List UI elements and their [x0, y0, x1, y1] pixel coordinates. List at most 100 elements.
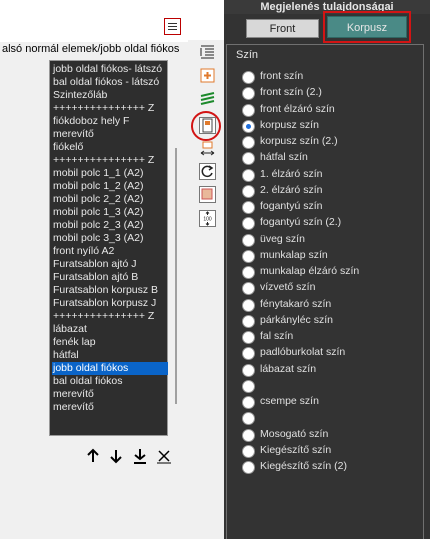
color-radio-label: hátfal szín	[260, 151, 308, 164]
list-item[interactable]: fenék lap	[52, 336, 168, 349]
highlight-circle	[191, 111, 221, 141]
color-radio-label: párkányléc szín	[260, 313, 333, 326]
element-group-heading: alsó normál elemek/jobb oldal fiókos	[2, 43, 180, 55]
move-up-icon	[87, 448, 99, 462]
color-radio-button[interactable]	[242, 396, 255, 409]
add-icon	[200, 68, 215, 83]
color-radio-label: üveg szín	[260, 232, 305, 245]
color-tool-button[interactable]	[199, 186, 216, 203]
color-radio-label: front szín (2.)	[260, 86, 322, 99]
list-item[interactable]: Furatsablon ajtó J	[52, 258, 168, 271]
scale-tool-button[interactable]: 100	[199, 210, 216, 227]
list-item[interactable]: mobil polc 1_3 (A2)	[52, 206, 168, 219]
menu-icon-line	[168, 26, 177, 27]
color-radio-button[interactable]	[242, 331, 255, 344]
color-radio-label: munkalap élzáró szín	[260, 265, 360, 277]
color-radio-button[interactable]	[242, 249, 255, 263]
list-item[interactable]: Szintezőláb	[52, 89, 168, 102]
resize-tool-button[interactable]	[199, 141, 216, 158]
list-item[interactable]: bal oldal fiókos - látszó	[52, 76, 168, 89]
color-radio-label: munkalap szín	[260, 248, 328, 261]
color-radio-label: fogantyú szín (2.)	[260, 216, 342, 229]
layers-icon	[200, 92, 215, 105]
list-item[interactable]: merevítő	[52, 388, 168, 401]
color-radio-button[interactable]	[242, 233, 255, 247]
color-radio-label: korpusz szín	[260, 118, 319, 131]
menu-icon-line	[168, 29, 177, 30]
list-item[interactable]: Furatsablon korpusz B	[52, 284, 168, 297]
scale-icon: 100	[203, 211, 212, 226]
color-radio-button[interactable]	[242, 168, 255, 182]
color-radio-label: front élzáró szín	[260, 102, 335, 115]
list-item[interactable]: bal oldal fiókos	[52, 375, 168, 388]
color-radio-label: Kiegészítő szín (2)	[260, 460, 347, 472]
left-top-bar	[0, 0, 188, 42]
list-item[interactable]: mobil polc 2_3 (A2)	[52, 219, 168, 232]
color-radio-button[interactable]	[242, 461, 255, 474]
list-item[interactable]: mobil polc 1_1 (A2)	[52, 167, 168, 180]
menu-icon-line	[168, 23, 177, 24]
color-radio-button[interactable]	[242, 314, 255, 328]
color-radio-button[interactable]	[242, 444, 255, 458]
color-radio-button[interactable]	[242, 363, 255, 377]
color-radio-label: 2. élzáró szín	[260, 183, 323, 196]
list-item[interactable]: +++++++++++++++ Z	[52, 310, 168, 323]
list-item[interactable]: Furatsablon korpusz J	[52, 297, 168, 310]
list-item[interactable]: fiókdoboz hely F	[52, 115, 168, 128]
toolbar-top	[188, 0, 224, 40]
delete-button[interactable]	[155, 447, 173, 465]
color-radio-button[interactable]	[242, 379, 255, 393]
list-item[interactable]: front nyíló A2	[52, 245, 168, 258]
list-item[interactable]: merevítő	[52, 401, 168, 414]
list-item[interactable]: +++++++++++++++ Z	[52, 154, 168, 167]
color-radio-button[interactable]	[242, 103, 255, 117]
color-group-label: Szín	[236, 49, 259, 61]
list-item[interactable]: merevítő	[52, 128, 168, 141]
svg-text:100: 100	[203, 217, 212, 223]
color-radio-label: padlóburkolat szín	[260, 346, 346, 359]
tab-front[interactable]: Front	[246, 19, 319, 38]
color-radio-label: fal szín	[260, 330, 294, 342]
menu-button[interactable]	[164, 18, 181, 35]
list-item[interactable]: lábazat	[52, 323, 168, 336]
list-tool-button[interactable]	[199, 43, 216, 60]
color-radio-label: Mosogató szín	[260, 427, 329, 440]
element-listbox[interactable]: jobb oldal fiókos- látszó bal oldal fióko…	[49, 60, 168, 436]
tab-korpusz[interactable]: Korpusz	[327, 16, 407, 38]
color-radio-label: fogantyú szín	[260, 200, 323, 212]
move-down-button[interactable]	[107, 447, 125, 465]
color-radio-label: korpusz szín (2.)	[260, 135, 338, 147]
delete-icon	[157, 450, 171, 464]
element-list: jobb oldal fiókos- látszó bal oldal fióko…	[52, 63, 168, 414]
add-tool-button[interactable]	[199, 67, 216, 84]
list-item[interactable]: jobb oldal fiókos- látszó	[52, 63, 168, 76]
color-radio-label: front szín	[260, 70, 304, 82]
color-radio-button[interactable]	[242, 184, 255, 198]
list-item[interactable]: mobil polc 1_2 (A2)	[52, 180, 168, 193]
color-radio-button[interactable]	[242, 201, 255, 214]
list-item[interactable]: +++++++++++++++ Z	[52, 102, 168, 115]
list-item[interactable]: mobil polc 2_2 (A2)	[52, 193, 168, 206]
list-item[interactable]: mobil polc 3_3 (A2)	[52, 232, 168, 245]
rotate-icon	[201, 165, 214, 178]
list-scrollbar-thumb[interactable]	[175, 148, 177, 404]
list-item[interactable]: fiókelő	[52, 141, 168, 154]
color-radio-button[interactable]	[242, 298, 255, 312]
color-radio-button[interactable]	[242, 266, 255, 279]
list-icon	[200, 45, 214, 59]
list-item[interactable]: jobb oldal fiókos	[52, 362, 168, 375]
rotate-tool-button[interactable]	[199, 163, 216, 180]
move-bottom-button[interactable]	[131, 447, 149, 465]
move-up-button[interactable]	[84, 447, 102, 465]
color-icon	[201, 188, 213, 200]
color-radio-button[interactable]	[242, 428, 255, 442]
list-item[interactable]: hátfal	[52, 349, 168, 362]
list-item[interactable]: Furatsablon ajtó B	[52, 271, 168, 284]
move-down-icon	[110, 450, 122, 464]
color-radio-label: Kiegészítő szín	[260, 443, 332, 456]
color-radio-button[interactable]	[242, 119, 255, 133]
layers-tool-button[interactable]	[199, 90, 216, 107]
color-radio-button[interactable]	[242, 71, 255, 84]
resize-icon	[200, 141, 215, 156]
color-radio-button[interactable]	[242, 136, 255, 149]
